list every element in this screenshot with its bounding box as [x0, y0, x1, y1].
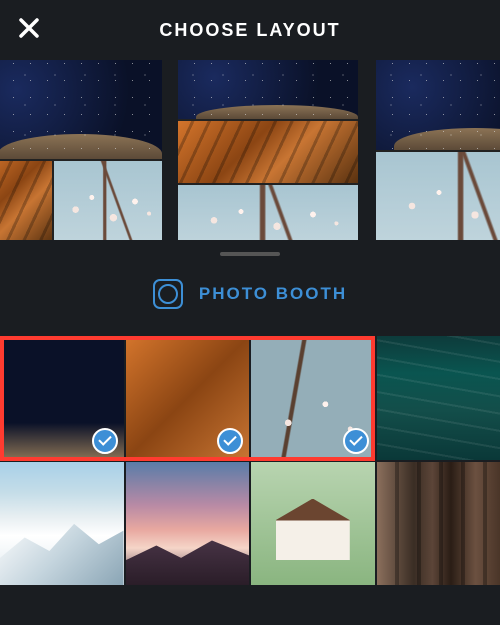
check-icon [92, 428, 118, 454]
gallery-thumbnail[interactable] [251, 462, 375, 586]
gallery-thumbnail[interactable] [0, 462, 124, 586]
layout-panel [54, 161, 162, 240]
camera-icon [153, 279, 183, 309]
layout-option[interactable] [376, 60, 500, 240]
layout-panel [0, 161, 52, 240]
layout-carousel[interactable] [0, 60, 500, 240]
gallery-thumbnail[interactable] [0, 336, 124, 460]
layout-panel [178, 185, 358, 240]
gallery-thumbnail[interactable] [126, 462, 250, 586]
header: CHOOSE LAYOUT [0, 0, 500, 60]
gallery-grid [0, 336, 500, 585]
gallery-thumbnail[interactable] [251, 336, 375, 460]
layout-panel [178, 60, 358, 119]
gallery-thumbnail[interactable] [377, 336, 500, 460]
layout-option[interactable] [0, 60, 160, 240]
layout-panel [376, 152, 500, 240]
gallery-thumbnail[interactable] [377, 462, 500, 586]
photo-booth-label: PHOTO BOOTH [199, 284, 347, 304]
photo-booth-button[interactable]: PHOTO BOOTH [0, 274, 500, 314]
page-title: CHOOSE LAYOUT [159, 20, 340, 41]
close-button[interactable] [18, 16, 40, 44]
gallery-thumbnail[interactable] [126, 336, 250, 460]
layout-panel [0, 60, 162, 159]
layout-panel [178, 121, 358, 182]
close-icon [18, 17, 40, 39]
layout-panel [376, 60, 500, 150]
layout-option[interactable] [178, 60, 358, 240]
drag-handle[interactable] [220, 252, 280, 256]
check-icon [343, 428, 369, 454]
gallery [0, 336, 500, 585]
check-icon [217, 428, 243, 454]
